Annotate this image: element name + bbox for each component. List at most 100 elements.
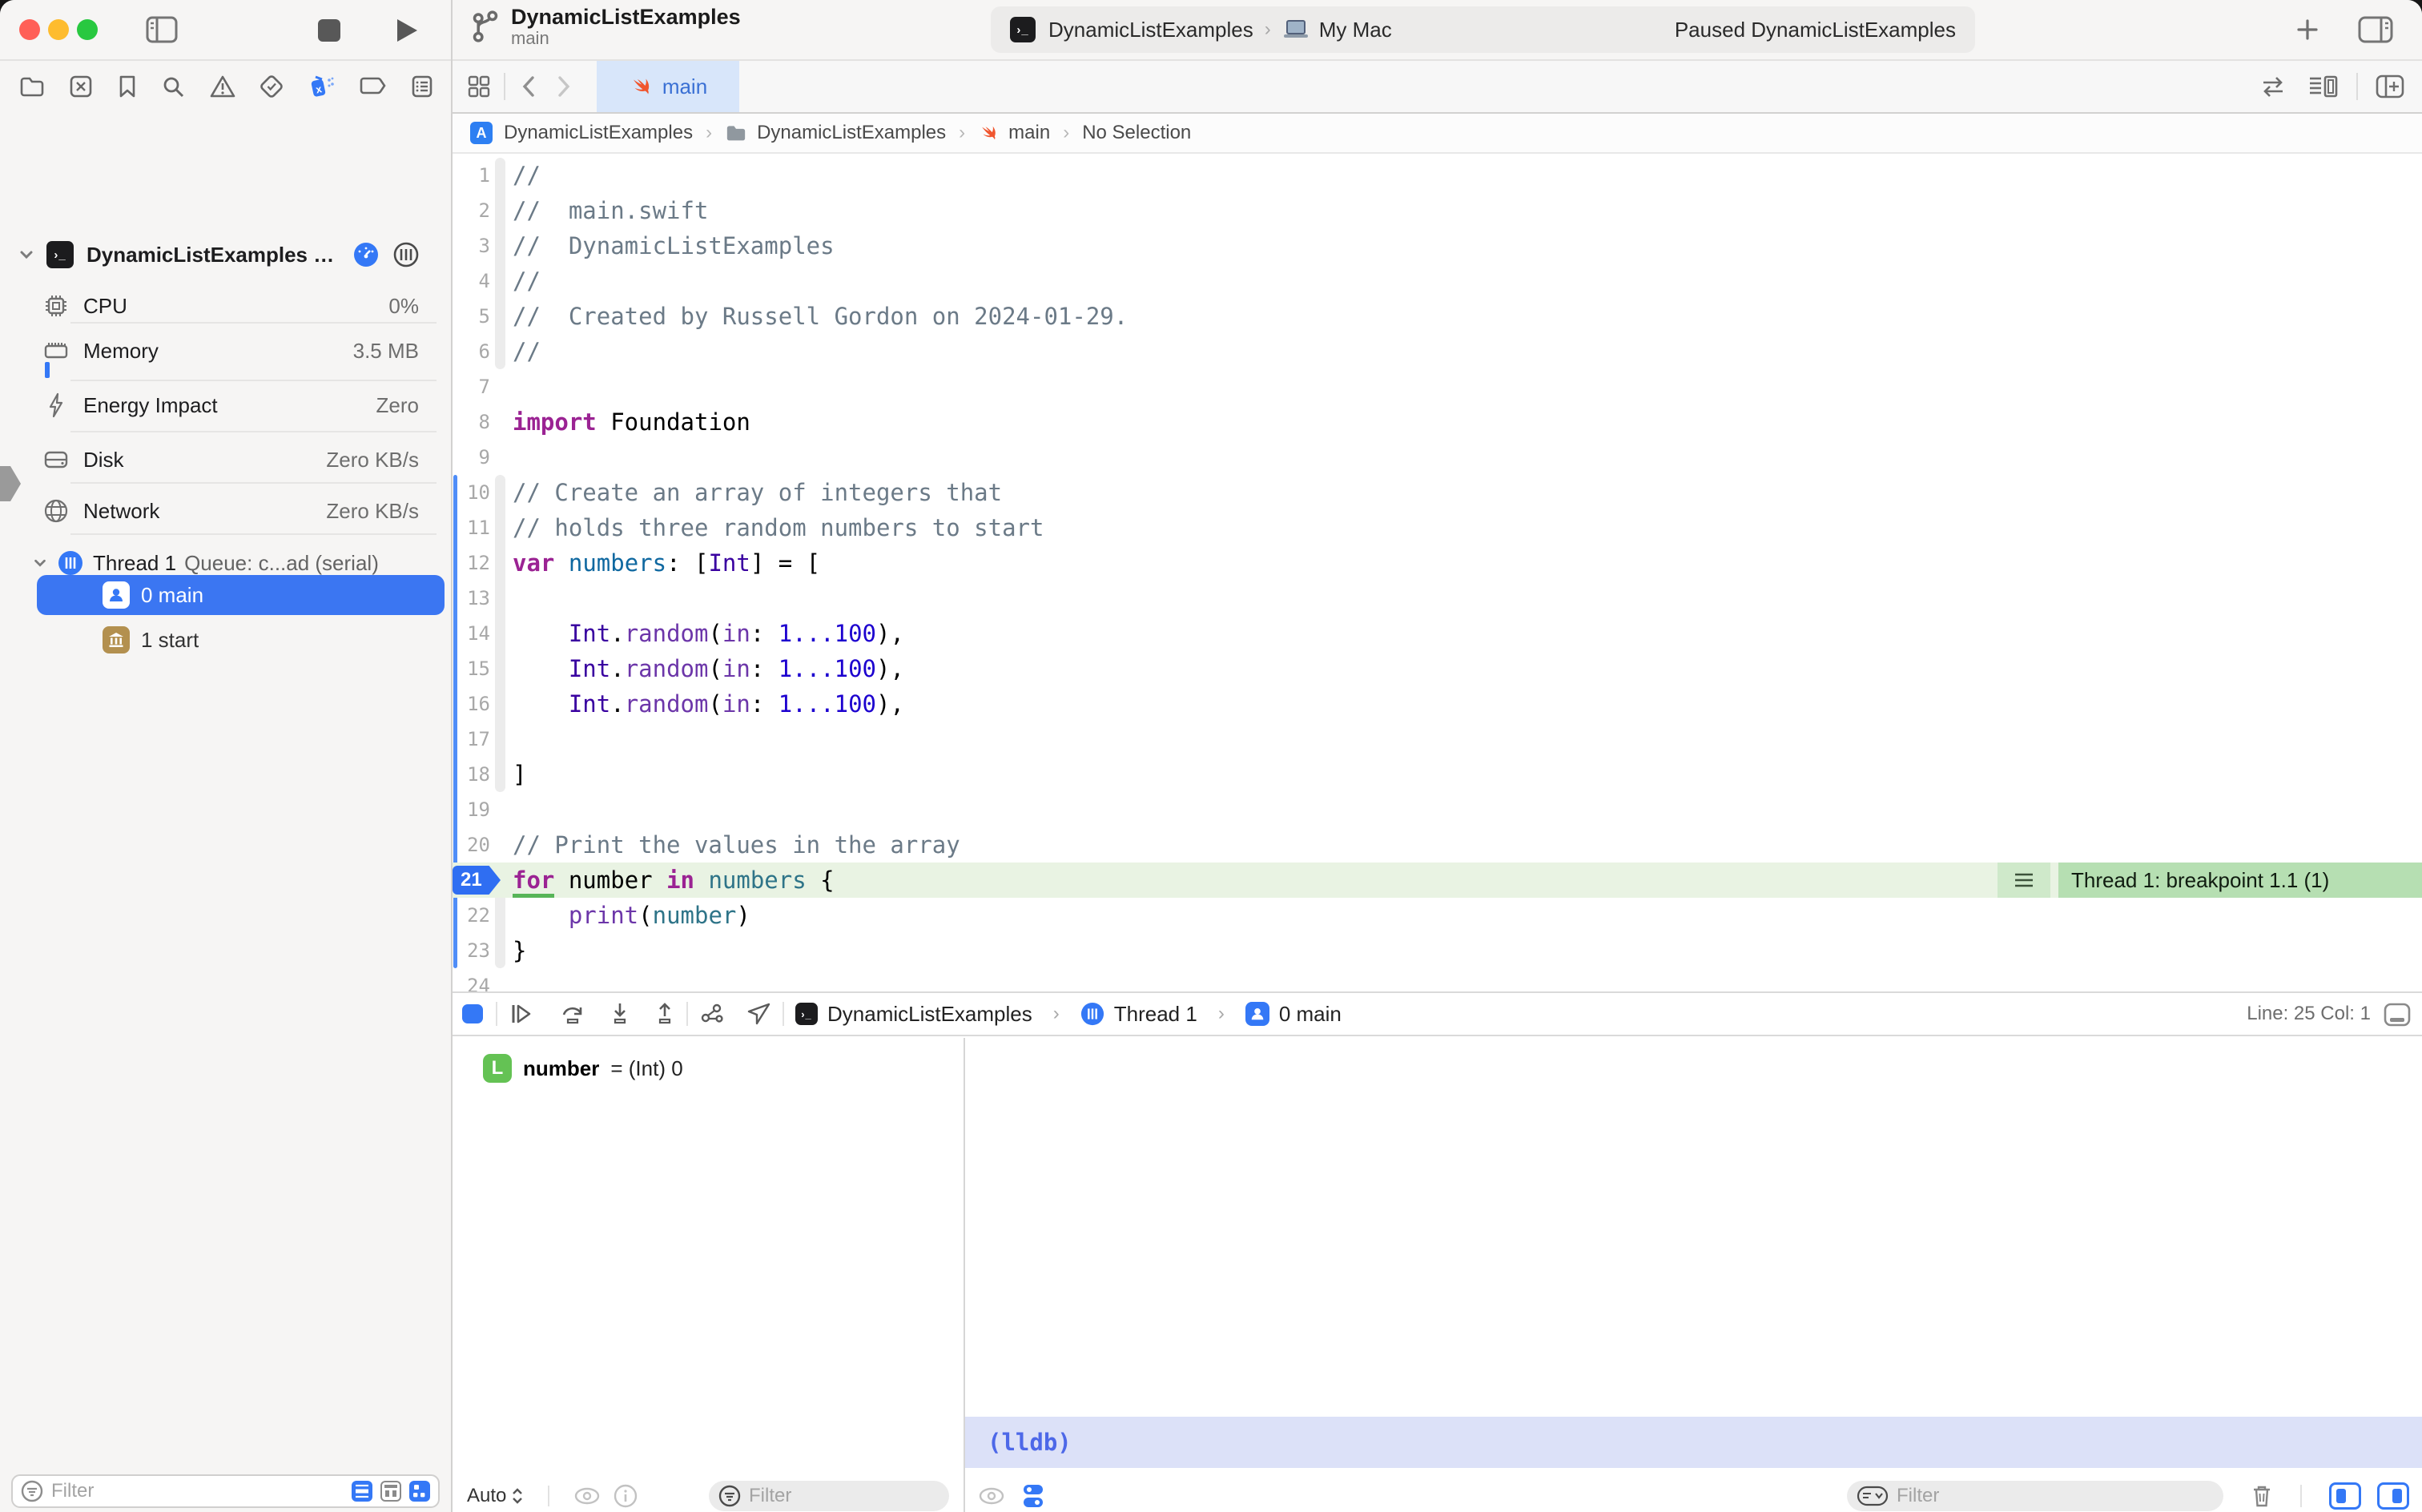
line-number[interactable]: 20 <box>453 827 490 863</box>
debug-crumb-frame[interactable]: 0 main <box>1279 1002 1342 1027</box>
filter-view-icon[interactable] <box>409 1481 430 1502</box>
console-toolbar: Filter <box>965 1479 2422 1512</box>
line-number[interactable]: 11 <box>453 510 490 545</box>
line-number[interactable]: 10 <box>453 475 490 510</box>
line-number[interactable]: 12 <box>453 545 490 581</box>
gauge-row-network[interactable]: Network Zero KB/s <box>0 490 451 532</box>
line-number[interactable]: 9 <box>453 440 490 475</box>
line-number[interactable]: 18 <box>453 757 490 792</box>
simulate-location-icon[interactable] <box>747 1002 771 1026</box>
close-window-button[interactable] <box>19 19 40 40</box>
test-navigator-icon[interactable] <box>260 74 284 99</box>
run-destination[interactable]: My Mac <box>1319 18 1392 42</box>
breakpoint-actions-icon[interactable] <box>1998 863 2050 898</box>
stack-frame-0-main[interactable]: 0 main <box>37 575 445 615</box>
gauge-info-icon[interactable] <box>353 242 379 267</box>
variable-row[interactable]: L number = (Int) 0 <box>483 1054 683 1083</box>
disclosure-chevron-icon[interactable] <box>32 555 48 571</box>
line-number[interactable]: 15 <box>453 651 490 686</box>
cpu-icon <box>43 293 69 319</box>
debug-crumb-thread[interactable]: Thread 1 <box>1114 1002 1197 1027</box>
debug-crumb-process[interactable]: DynamicListExamples <box>827 1002 1032 1027</box>
gauge-row-memory[interactable]: Memory 3.5 MB <box>0 330 451 372</box>
line-number[interactable]: 14 <box>453 616 490 651</box>
variables-scope-dropdown[interactable]: Auto <box>467 1485 524 1507</box>
step-into-button[interactable] <box>610 1002 630 1026</box>
line-number[interactable]: 4 <box>453 263 490 299</box>
source-control-navigator-icon[interactable] <box>69 74 93 99</box>
stop-button[interactable] <box>317 18 341 42</box>
console-view[interactable]: (lldb) <box>965 1038 2422 1478</box>
step-out-button[interactable] <box>654 1002 675 1026</box>
minimize-window-button[interactable] <box>48 19 69 40</box>
clear-console-trash-icon[interactable] <box>2251 1483 2273 1509</box>
line-number[interactable]: 16 <box>453 686 490 722</box>
stack-frame-1-start[interactable]: 1 start <box>103 621 199 658</box>
info-icon[interactable] <box>614 1484 638 1508</box>
line-number[interactable]: 23 <box>453 933 490 968</box>
line-number[interactable]: 17 <box>453 722 490 757</box>
swap-editors-icon[interactable] <box>2259 74 2287 99</box>
filter-stack-icon[interactable] <box>380 1481 401 1502</box>
jump-bar-file[interactable]: main <box>1008 122 1050 144</box>
find-navigator-icon[interactable] <box>161 74 185 99</box>
navigator-filter-field[interactable]: Filter <box>11 1474 440 1508</box>
go-back-button[interactable] <box>518 74 539 99</box>
jump-bar-project[interactable]: DynamicListExamples <box>504 122 693 144</box>
issue-navigator-icon[interactable] <box>210 74 235 99</box>
line-number[interactable]: 8 <box>453 404 490 440</box>
line-number[interactable]: 19 <box>453 792 490 827</box>
add-editor-icon[interactable] <box>2376 74 2404 99</box>
add-tab-button[interactable] <box>2295 18 2319 42</box>
project-navigator-icon[interactable] <box>19 75 45 98</box>
quicklook-eye-icon[interactable] <box>978 1486 1005 1506</box>
disclosure-chevron-icon[interactable] <box>18 246 35 263</box>
step-over-button[interactable] <box>560 1002 585 1026</box>
jump-bar-selection[interactable]: No Selection <box>1082 122 1191 144</box>
line-number[interactable]: 1 <box>453 158 490 193</box>
report-navigator-icon[interactable] <box>411 74 433 99</box>
toggle-navigator-icon[interactable] <box>146 16 178 43</box>
toggle-console-view-button[interactable] <box>2377 1482 2409 1510</box>
console-io-toggle-icon[interactable] <box>1021 1482 1045 1510</box>
continue-button[interactable] <box>509 1002 533 1026</box>
go-forward-button[interactable] <box>553 74 574 99</box>
line-number[interactable]: 22 <box>453 898 490 933</box>
minimap-icon[interactable] <box>2308 74 2339 99</box>
debug-navigator-icon[interactable]: x <box>308 74 335 99</box>
line-number[interactable]: 3 <box>453 228 490 263</box>
toggle-inspector-icon[interactable] <box>2358 16 2393 43</box>
tab-main[interactable]: main <box>597 61 739 112</box>
line-number[interactable]: 24 <box>453 968 490 991</box>
console-filter-field[interactable]: Filter <box>1847 1481 2223 1511</box>
line-number[interactable]: 7 <box>453 369 490 404</box>
gauge-row-cpu[interactable]: CPU 0% <box>0 285 451 327</box>
paused-reason-badge[interactable]: Thread 1: breakpoint 1.1 (1) <box>2058 863 2422 898</box>
breakpoint-navigator-icon[interactable] <box>360 76 387 97</box>
lldb-prompt-row[interactable]: (lldb) <box>965 1417 2422 1468</box>
line-number[interactable]: 2 <box>453 193 490 228</box>
variables-view[interactable]: L number = (Int) 0 <box>453 1038 964 1478</box>
jump-bar-group[interactable]: DynamicListExamples <box>757 122 946 144</box>
debug-memory-graph-icon[interactable] <box>699 1002 725 1026</box>
run-button[interactable] <box>394 17 420 44</box>
filter-flat-list-icon[interactable] <box>352 1481 372 1502</box>
threads-view-icon[interactable] <box>393 242 419 267</box>
toggle-variables-view-button[interactable] <box>2329 1482 2361 1510</box>
line-number[interactable]: 6 <box>453 334 490 369</box>
bookmarks-navigator-icon[interactable] <box>118 74 137 99</box>
source-editor[interactable]: 1//2// main.swift3// DynamicListExamples… <box>453 155 2422 991</box>
hide-debug-area-button[interactable] <box>461 1003 485 1025</box>
line-number[interactable]: 5 <box>453 299 490 334</box>
process-header-row[interactable]: ›_ DynamicListExamples … <box>0 234 451 275</box>
line-number[interactable]: 13 <box>453 581 490 616</box>
variables-filter-field[interactable]: Filter <box>709 1481 949 1511</box>
tab-overview-icon[interactable] <box>467 74 491 99</box>
zoom-window-button[interactable] <box>77 19 98 40</box>
gauge-row-energy[interactable]: Energy Impact Zero <box>0 384 451 426</box>
scheme-selector[interactable]: ›_ DynamicListExamples › My Mac Paused D… <box>991 6 1975 53</box>
scheme-name[interactable]: DynamicListExamples <box>1048 18 1253 42</box>
quicklook-eye-icon[interactable] <box>573 1486 601 1506</box>
gauge-row-disk[interactable]: Disk Zero KB/s <box>0 439 451 481</box>
debug-area-layout-icon[interactable] <box>2384 1003 2411 1027</box>
